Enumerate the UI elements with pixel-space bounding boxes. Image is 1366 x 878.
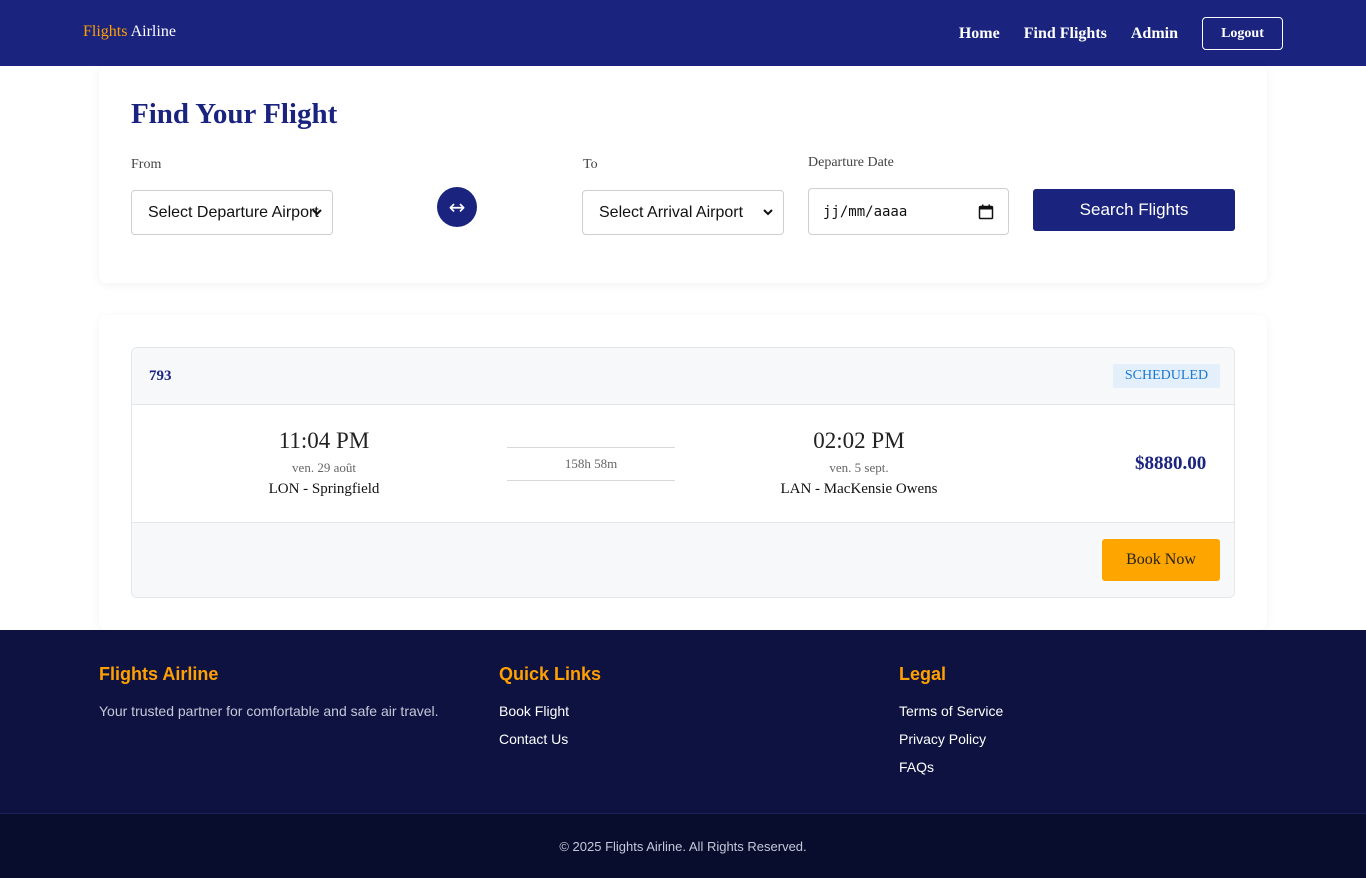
flight-duration: 158h 58m — [507, 447, 675, 481]
brand-accent: Flights — [83, 23, 128, 40]
search-flights-button[interactable]: Search Flights — [1033, 189, 1235, 231]
arrival-airport: LAN - MacKensie Owens — [780, 481, 938, 497]
to-label: To — [583, 157, 598, 172]
arrival-airport-value: Select Arrival Airport — [599, 203, 744, 221]
page-title: Find Your Flight — [131, 98, 338, 130]
results-card: 793 SCHEDULED 11:04 PM ven. 29 août LON … — [99, 315, 1267, 630]
brand-name: Airline — [130, 23, 176, 40]
nav-find-flights-link[interactable]: Find Flights — [1024, 25, 1107, 43]
footer-quick-links-heading: Quick Links — [499, 664, 602, 684]
footer-link-terms[interactable]: Terms of Service — [899, 703, 1279, 719]
swap-airports-button[interactable]: ↔ — [437, 187, 477, 227]
footer-link-contact-us[interactable]: Contact Us — [499, 731, 879, 747]
chevron-down-icon — [312, 209, 322, 216]
navbar: Flights Airline Home Find Flights Admin … — [0, 0, 1366, 66]
brand-logo[interactable]: Flights Airline — [83, 23, 176, 41]
footer-link-privacy[interactable]: Privacy Policy — [899, 731, 1279, 747]
departure-airport-select[interactable]: Select Departure Airport — [131, 190, 333, 235]
date-placeholder: jj/mm/aaaa — [823, 203, 908, 220]
flight-number: 793 — [149, 368, 172, 384]
footer-link-book-flight[interactable]: Book Flight — [499, 703, 879, 719]
footer: Flights Airline Your trusted partner for… — [0, 630, 1366, 813]
nav-home-link[interactable]: Home — [959, 25, 1000, 43]
calendar-icon[interactable] — [978, 204, 994, 220]
flight-card: 793 SCHEDULED 11:04 PM ven. 29 août LON … — [131, 347, 1235, 598]
status-badge: SCHEDULED — [1113, 364, 1220, 388]
flight-price: $8880.00 — [1135, 453, 1207, 474]
book-now-button[interactable]: Book Now — [1102, 539, 1220, 581]
departure-airport: LON - Springfield — [268, 481, 380, 497]
footer-link-faqs[interactable]: FAQs — [899, 759, 1279, 775]
arrival-date: ven. 5 sept. — [829, 460, 889, 475]
footer-legal-heading: Legal — [899, 664, 947, 684]
footer-about: Flights Airline Your trusted partner for… — [99, 664, 479, 719]
footer-legal: Legal Terms of Service Privacy Policy FA… — [899, 664, 1279, 787]
copyright: © 2025 Flights Airline. All Rights Reser… — [0, 813, 1366, 878]
flight-card-header: 793 SCHEDULED — [132, 348, 1234, 405]
departure-airport-value: Select Departure Airport — [148, 203, 319, 221]
arrival-time: 02:02 PM — [813, 428, 905, 453]
departure-time: 11:04 PM — [278, 428, 370, 453]
departure-date: ven. 29 août — [292, 460, 356, 475]
nav-links: Home Find Flights Admin Logout — [959, 17, 1283, 50]
flight-card-footer: Book Now — [132, 522, 1234, 597]
from-label: From — [131, 157, 162, 172]
departure-date-input[interactable]: jj/mm/aaaa — [808, 188, 1009, 235]
footer-quick-links: Quick Links Book Flight Contact Us — [499, 664, 879, 759]
search-card: Find Your Flight From Select Departure A… — [99, 66, 1267, 283]
arrival-airport-select[interactable]: Select Arrival Airport — [582, 190, 784, 235]
nav-admin-link[interactable]: Admin — [1131, 25, 1178, 43]
departure-date-label: Departure Date — [808, 155, 894, 170]
logout-button[interactable]: Logout — [1202, 17, 1283, 50]
footer-about-text: Your trusted partner for comfortable and… — [99, 703, 439, 719]
chevron-down-icon — [763, 209, 773, 216]
footer-about-heading: Flights Airline — [99, 664, 219, 684]
